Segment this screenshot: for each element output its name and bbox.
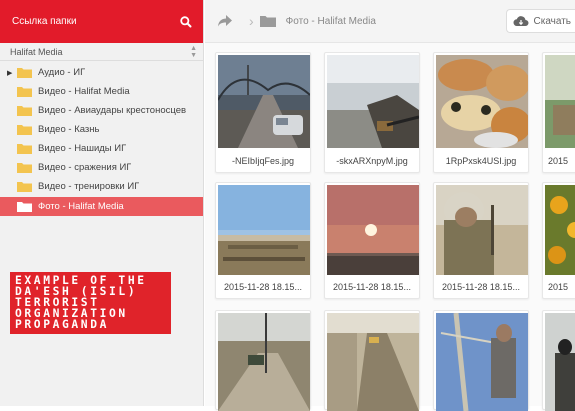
propaganda-warning-label: EXAMPLE OF THE DA'ESH (ISIL) TERRORIST O… xyxy=(10,272,171,334)
tree-item-label: Видео - Halifat Media xyxy=(38,86,130,97)
tree-item-video-halifat[interactable]: Видео - Halifat Media xyxy=(0,82,203,101)
download-button[interactable]: Скачать xyxy=(506,9,575,33)
expand-arrow-icon[interactable]: ▶ xyxy=(7,69,17,77)
folder-icon xyxy=(17,143,32,154)
file-name: -NEIbIjqFes.jpg xyxy=(216,156,310,166)
file-name: -skxARXnpyM.jpg xyxy=(325,156,419,166)
folder-tree: ▶ Аудио - ИГ Видео - Halifat Media Видео… xyxy=(0,63,203,216)
file-name: 2015-11-28 18.15... xyxy=(325,282,419,292)
file-card[interactable] xyxy=(433,310,529,410)
chevron-right-icon: › xyxy=(249,13,254,29)
file-card[interactable]: 2015-11-28 18.15... xyxy=(433,182,529,299)
file-card[interactable]: -NEIbIjqFes.jpg xyxy=(215,52,311,173)
folder-icon xyxy=(260,15,276,27)
folder-icon xyxy=(17,181,32,192)
tree-item-video-airstrikes[interactable]: Видео - Авиаудары крестоносцев xyxy=(0,101,203,120)
folder-icon xyxy=(17,86,32,97)
download-label: Скачать xyxy=(534,16,572,27)
select-arrows-icon: ▲▼ xyxy=(190,45,197,59)
file-card[interactable]: 2015-11-28 18.15... xyxy=(215,182,311,299)
file-card[interactable]: 2015 xyxy=(542,182,575,299)
folder-select[interactable]: Halifat Media ▲▼ xyxy=(0,43,203,61)
folder-link-header: Ссылка папки xyxy=(0,0,203,43)
file-card[interactable]: 2015 xyxy=(542,52,575,173)
folder-icon xyxy=(17,67,32,78)
tree-item-label: Аудио - ИГ xyxy=(38,67,85,78)
tree-item-label: Видео - Авиаудары крестоносцев xyxy=(38,105,186,116)
file-name: 1RpPxsk4USI.jpg xyxy=(434,156,528,166)
file-name: 2015 xyxy=(543,156,575,166)
folder-link-title: Ссылка папки xyxy=(12,16,179,27)
tree-item-video-execution[interactable]: Видео - Казнь xyxy=(0,120,203,139)
tree-item-label: Видео - сражения ИГ xyxy=(38,162,131,173)
cloud-download-icon xyxy=(513,15,529,27)
file-card[interactable] xyxy=(324,310,420,410)
file-thumbnail xyxy=(545,313,575,411)
tree-item-label: Видео - тренировки ИГ xyxy=(38,181,139,192)
file-card[interactable]: 2015-11-28 18.15... xyxy=(324,182,420,299)
tree-item-video-battles[interactable]: Видео - сражения ИГ xyxy=(0,158,203,177)
file-card[interactable]: 1RpPxsk4USI.jpg xyxy=(433,52,529,173)
file-thumbnail xyxy=(436,185,528,275)
tree-item-photo-halifat[interactable]: Фото - Halifat Media xyxy=(0,197,203,216)
file-name: 2015 xyxy=(543,282,575,292)
file-thumbnail xyxy=(218,55,310,148)
tree-item-label: Фото - Halifat Media xyxy=(38,201,124,212)
file-thumbnail xyxy=(327,313,419,411)
file-browser: › Фото - Halifat Media Скачать -NEIbIjqF… xyxy=(205,0,575,406)
share-icon[interactable] xyxy=(217,14,233,28)
sidebar: Ссылка папки Halifat Media ▲▼ ▶ Аудио - … xyxy=(0,0,204,406)
folder-icon xyxy=(17,201,32,212)
file-thumbnail xyxy=(545,55,575,148)
folder-icon xyxy=(17,105,32,116)
folder-icon xyxy=(17,162,32,173)
toolbar: › Фото - Halifat Media Скачать xyxy=(205,0,575,43)
tree-item-label: Видео - Казнь xyxy=(38,124,99,135)
file-name: 2015-11-28 18.15... xyxy=(434,282,528,292)
file-thumbnail xyxy=(436,55,528,148)
file-thumbnail xyxy=(545,185,575,275)
warning-line: PROPAGANDA xyxy=(15,319,167,330)
file-card[interactable] xyxy=(215,310,311,410)
file-thumbnail xyxy=(218,313,310,411)
breadcrumb[interactable]: Фото - Halifat Media xyxy=(286,16,506,27)
file-thumbnail xyxy=(327,55,419,148)
tree-item-audio[interactable]: ▶ Аудио - ИГ xyxy=(0,63,203,82)
tree-item-video-training[interactable]: Видео - тренировки ИГ xyxy=(0,177,203,196)
search-icon[interactable] xyxy=(179,15,193,29)
file-card[interactable] xyxy=(542,310,575,410)
file-card[interactable]: -skxARXnpyM.jpg xyxy=(324,52,420,173)
file-thumbnail xyxy=(218,185,310,275)
file-thumbnail xyxy=(436,313,528,411)
tree-item-label: Видео - Нашиды ИГ xyxy=(38,143,126,154)
tree-item-video-nasheeds[interactable]: Видео - Нашиды ИГ xyxy=(0,139,203,158)
file-thumbnail xyxy=(327,185,419,275)
folder-select-value: Halifat Media xyxy=(10,47,190,57)
file-name: 2015-11-28 18.15... xyxy=(216,282,310,292)
folder-icon xyxy=(17,124,32,135)
